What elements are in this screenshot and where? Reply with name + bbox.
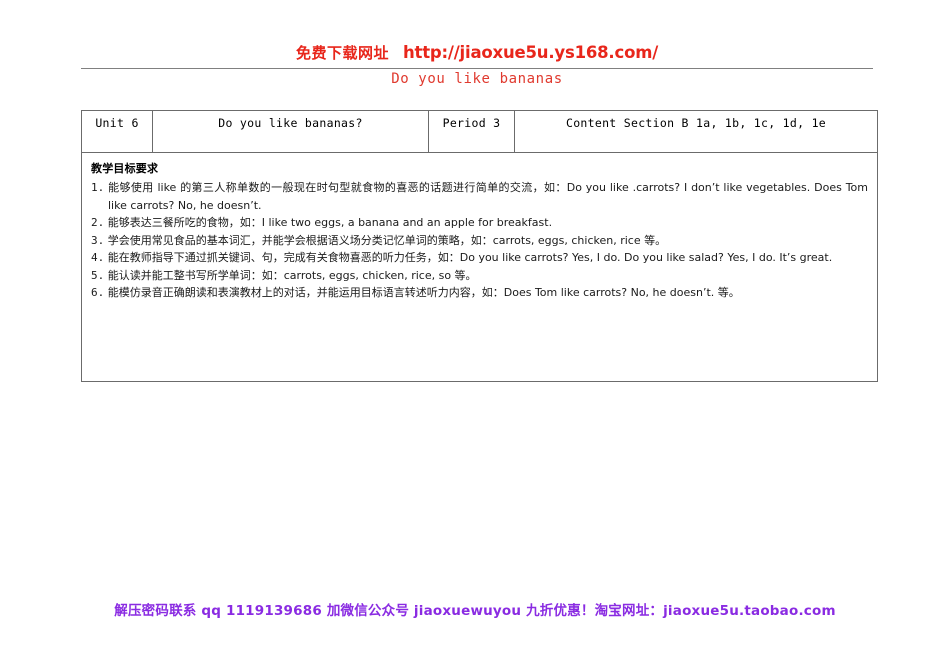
list-item: 4. 能在教师指导下通过抓关键词、句，完成有关食物喜恶的听力任务，如：Do yo… bbox=[91, 249, 868, 267]
goal-number: 1. bbox=[91, 181, 105, 194]
goal-number: 3. bbox=[91, 233, 105, 247]
lesson-plan-table: Unit 6 Do you like bananas? Period 3 Con… bbox=[81, 110, 878, 382]
goals-list: 1. 能够使用 like 的第三人称单数的一般现在时句型就食物的喜恶的话题进行简… bbox=[91, 179, 868, 302]
banner-label-cn: 免费下载网址 bbox=[295, 44, 389, 62]
table-body-row: 教学目标要求 1. 能够使用 like 的第三人称单数的一般现在时句型就食物的喜… bbox=[81, 152, 878, 382]
goal-number: 6. bbox=[91, 286, 105, 299]
goal-text: 能认读并能工整书写所学单词：如：carrots, eggs, chicken, … bbox=[107, 268, 477, 282]
cell-unit: Unit 6 bbox=[81, 110, 153, 153]
banner-divider bbox=[81, 68, 873, 69]
goals-heading: 教学目标要求 bbox=[91, 162, 159, 175]
table-header-row: Unit 6 Do you like bananas? Period 3 Con… bbox=[81, 110, 878, 153]
goal-number: 2. bbox=[91, 216, 105, 229]
list-item: 1. 能够使用 like 的第三人称单数的一般现在时句型就食物的喜恶的话题进行简… bbox=[91, 179, 868, 214]
goal-text: 能够使用 like 的第三人称单数的一般现在时句型就食物的喜恶的话题进行简单的交… bbox=[108, 181, 868, 212]
page-title: Do you like bananas bbox=[391, 71, 563, 87]
cell-content: Content Section B 1a, 1b, 1c, 1d, 1e bbox=[514, 110, 878, 153]
goal-number: 4. bbox=[91, 251, 105, 264]
list-item: 3. 学会使用常见食品的基本词汇，并能学会根据语义场分类记忆单词的策略，如：ca… bbox=[91, 232, 868, 250]
goal-text: 能在教师指导下通过抓关键词、句，完成有关食物喜恶的听力任务，如：Do you l… bbox=[107, 251, 833, 264]
banner-download-url[interactable]: http://jiaoxue5u.ys168.com/ bbox=[403, 43, 658, 62]
promo-footer: 解压密码联系 qq 1119139686 加微信公众号 jiaoxuewuyou… bbox=[114, 603, 836, 619]
download-banner: 免费下载网址 http://jiaoxue5u.ys168.com/ bbox=[81, 42, 873, 63]
goal-number: 5. bbox=[91, 268, 105, 282]
goal-text: 能模仿录音正确朗读和表演教材上的对话，并能运用目标语言转述听力内容，如：Does… bbox=[107, 286, 740, 299]
list-item: 5. 能认读并能工整书写所学单词：如：carrots, eggs, chicke… bbox=[91, 267, 868, 285]
list-item: 6. 能模仿录音正确朗读和表演教材上的对话，并能运用目标语言转述听力内容，如：D… bbox=[91, 284, 868, 302]
list-item: 2. 能够表达三餐所吃的食物，如：I like two eggs, a bana… bbox=[91, 214, 868, 232]
cell-teaching-goals: 教学目标要求 1. 能够使用 like 的第三人称单数的一般现在时句型就食物的喜… bbox=[81, 152, 878, 382]
goal-text: 学会使用常见食品的基本词汇，并能学会根据语义场分类记忆单词的策略，如：carro… bbox=[107, 233, 667, 247]
goal-text: 能够表达三餐所吃的食物，如：I like two eggs, a banana … bbox=[107, 216, 553, 229]
cell-lesson-title: Do you like bananas? bbox=[152, 110, 429, 153]
cell-period: Period 3 bbox=[428, 110, 515, 153]
